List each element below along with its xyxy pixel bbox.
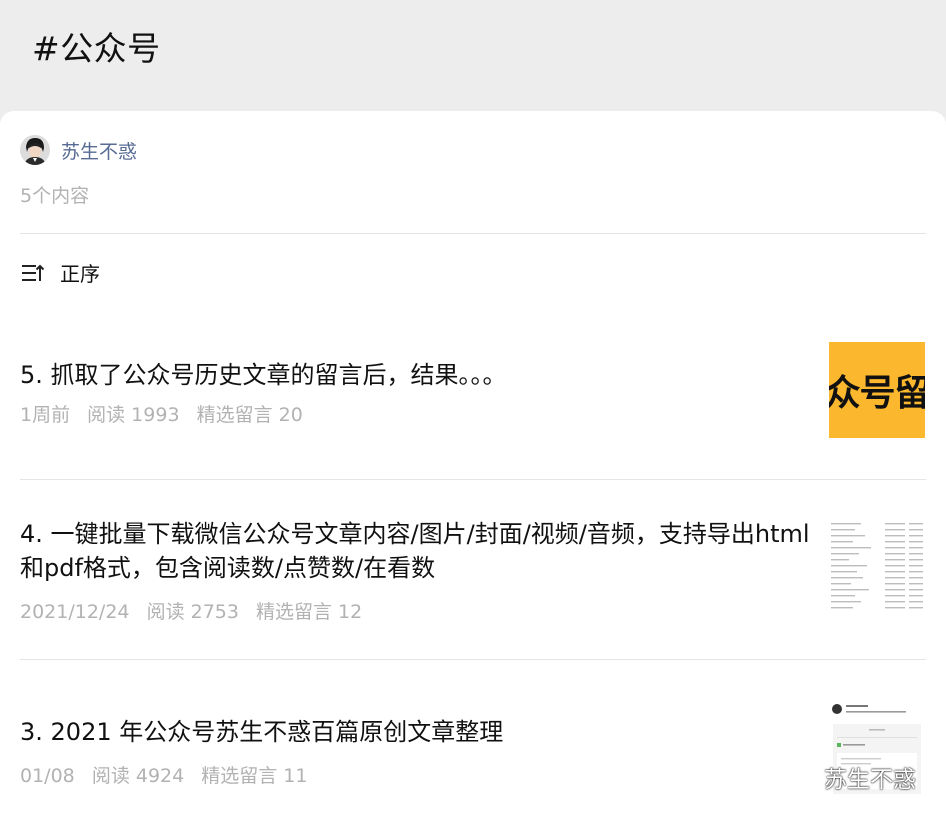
content-count: 5个内容	[20, 185, 90, 207]
article-meta: 2021/12/24 阅读 2753 精选留言 12	[20, 597, 373, 624]
header: #公众号	[0, 0, 946, 112]
article-item[interactable]: 5. 抓取了公众号历史文章的留言后，结果。。。 1周前 阅读 1993 精选留言…	[0, 340, 946, 440]
article-date: 1周前	[20, 404, 71, 426]
article-item[interactable]: 3. 2021 年公众号苏生不惑百篇原创文章整理 01/08 阅读 4924 精…	[0, 680, 946, 818]
article-comments: 精选留言 11	[201, 765, 308, 787]
thumbnail-image	[831, 523, 923, 609]
article-date: 2021/12/24	[20, 601, 130, 623]
divider	[20, 233, 926, 234]
sort-label: 正序	[60, 262, 100, 286]
avatar-image	[20, 135, 50, 165]
article-item[interactable]: 4. 一键批量下载微信公众号文章内容/图片/封面/视频/音频，支持导出html和…	[0, 500, 946, 640]
avatar[interactable]	[20, 135, 50, 165]
author-row[interactable]: 苏生不惑	[20, 134, 137, 166]
page-title: #公众号	[32, 29, 161, 68]
sort-icon	[22, 264, 45, 281]
article-title[interactable]: 5. 抓取了公众号历史文章的留言后，结果。。。	[20, 358, 810, 392]
wechat-icon	[783, 765, 815, 788]
article-comments: 精选留言 12	[256, 601, 363, 623]
article-thumbnail[interactable]	[829, 520, 925, 616]
thumbnail-text: 众号留	[829, 373, 925, 414]
article-meta: 1周前 阅读 1993 精选留言 20	[20, 400, 314, 427]
watermark: 苏生不惑	[782, 760, 916, 794]
article-title[interactable]: 3. 2021 年公众号苏生不惑百篇原创文章整理	[20, 715, 810, 749]
article-reads: 阅读 4924	[91, 765, 185, 787]
sort-toggle[interactable]: 正序	[20, 258, 100, 287]
watermark-text: 苏生不惑	[824, 767, 916, 793]
article-reads: 阅读 2753	[146, 601, 239, 623]
article-date: 01/08	[20, 765, 75, 787]
article-reads: 阅读 1993	[87, 404, 180, 426]
author-name[interactable]: 苏生不惑	[61, 137, 137, 164]
page: #公众号 苏生不惑 5个内容 正序 5. 抓取了公众号历史文章的留言后，结果。。…	[0, 0, 946, 818]
divider	[20, 479, 926, 480]
article-comments: 精选留言 20	[196, 404, 303, 426]
divider	[20, 659, 926, 660]
article-thumbnail[interactable]: 众号留	[829, 342, 925, 438]
article-title[interactable]: 4. 一键批量下载微信公众号文章内容/图片/封面/视频/音频，支持导出html和…	[20, 517, 810, 585]
article-meta: 01/08 阅读 4924 精选留言 11	[20, 761, 318, 788]
